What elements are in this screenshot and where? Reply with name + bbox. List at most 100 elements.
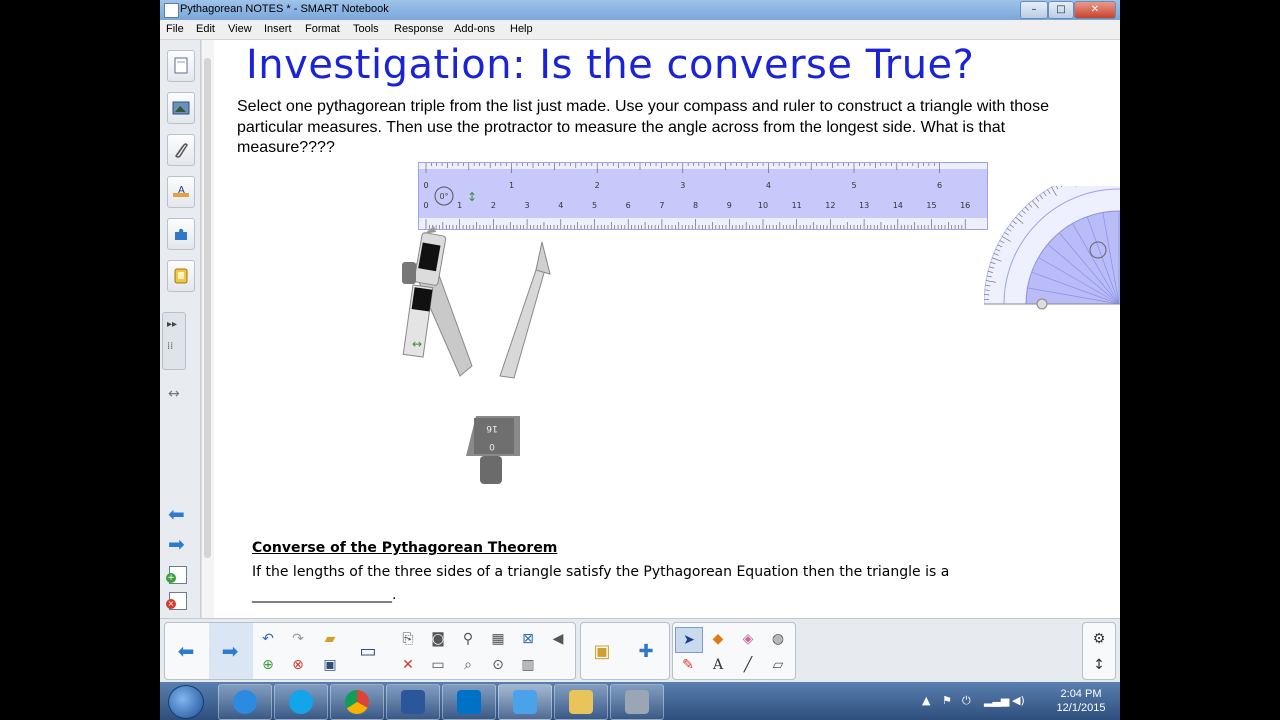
previous-page-icon[interactable]: ⬅ xyxy=(168,502,185,526)
scrollbar-thumb[interactable] xyxy=(204,58,211,558)
screen-capture-button[interactable]: ⌕ xyxy=(455,653,481,677)
taskbar-outlook[interactable] xyxy=(442,684,496,720)
addons-tab[interactable] xyxy=(167,218,195,250)
system-clock[interactable]: 2:04 PM 12/1/2015 xyxy=(1050,687,1112,715)
fill-tool-button[interactable]: ◍ xyxy=(765,627,791,651)
magic-pen-button[interactable]: ▱ xyxy=(765,653,791,677)
compass-width-handle-icon[interactable]: ↔ xyxy=(412,337,422,351)
zoom-button[interactable]: ⊙ xyxy=(485,653,511,677)
delete-page-icon[interactable]: × xyxy=(166,592,187,610)
addons-button[interactable]: ✚ xyxy=(633,639,659,663)
menu-addons[interactable]: Add-ons xyxy=(454,23,495,35)
menu-file[interactable]: File xyxy=(166,23,184,35)
taskbar-internet-explorer[interactable] xyxy=(218,684,272,720)
properties-tab[interactable]: A xyxy=(167,176,195,208)
settings-gear-icon[interactable]: ⚙ xyxy=(1086,627,1112,651)
compass-scale-label-b: 0 xyxy=(489,441,495,451)
add-page-icon[interactable]: + xyxy=(166,566,187,584)
close-button[interactable]: ✕ xyxy=(1074,1,1116,19)
delete-button[interactable]: ✕ xyxy=(395,653,421,677)
menu-insert[interactable]: Insert xyxy=(264,23,292,35)
delete-page-button[interactable]: ⊗ xyxy=(285,653,311,677)
clear-page-button[interactable]: ⊠ xyxy=(515,627,541,651)
next-page-icon[interactable]: ➡ xyxy=(168,532,185,556)
smart-notebook-icon xyxy=(513,690,537,714)
audio-button[interactable]: ◀ xyxy=(545,627,571,651)
paste-button[interactable]: ⎘ xyxy=(395,627,421,651)
tray-volume-icon[interactable]: ◀) xyxy=(1012,694,1025,707)
minimize-button[interactable]: – xyxy=(1020,1,1048,19)
taskbar-word[interactable] xyxy=(386,684,440,720)
converse-statement: If the lengths of the three sides of a t… xyxy=(252,564,950,580)
ruler-rotate-handle-icon[interactable]: ↕ xyxy=(467,190,477,204)
undo-button[interactable]: ↶ xyxy=(255,627,281,651)
menu-bar: File Edit View Insert Format Tools Respo… xyxy=(160,20,1120,40)
toolbar-group-addons: ▣ ✚ xyxy=(580,622,670,680)
move-toolbar-icon[interactable]: ↕ xyxy=(1086,653,1112,677)
internet-explorer-icon xyxy=(233,690,257,714)
dual-page-button[interactable]: ▥ xyxy=(515,653,541,677)
taskbar-skype[interactable] xyxy=(274,684,328,720)
ruler-cm-label: 5 xyxy=(592,201,597,210)
start-button[interactable] xyxy=(168,685,204,719)
ruler-cm-label: 12 xyxy=(825,201,835,210)
ruler-cm-label: 3 xyxy=(525,201,530,210)
properties-icon: A xyxy=(173,185,189,197)
menu-response[interactable]: Response xyxy=(394,23,444,35)
ruler-cm-label: 14 xyxy=(893,201,903,210)
menu-view[interactable]: View xyxy=(228,23,252,35)
show-hide-button[interactable]: ▭ xyxy=(425,653,451,677)
ruler-tool[interactable]: 0 1 2 3 4 5 6 0 1 2 3 4 5 6 7 8 9 10 11 12 13 14 15 16 0° ↕ xyxy=(418,162,988,230)
taskbar-file-explorer[interactable] xyxy=(554,684,608,720)
attachments-tab[interactable] xyxy=(167,134,195,166)
select-tool-button[interactable]: ➤ xyxy=(675,627,703,653)
taskbar-document-camera[interactable] xyxy=(610,684,664,720)
vertical-scrollbar[interactable] xyxy=(201,40,214,618)
gallery-tab[interactable] xyxy=(167,92,195,124)
menu-edit[interactable]: Edit xyxy=(196,23,215,35)
expand-chevrons-icon: ▸▸ xyxy=(167,319,178,330)
screen-shade-button[interactable]: ▭ xyxy=(355,639,381,663)
menu-tools[interactable]: Tools xyxy=(353,23,379,35)
page-sorter-icon xyxy=(174,57,188,74)
open-file-button[interactable]: ▰ xyxy=(317,627,343,651)
chrome-icon xyxy=(345,690,369,714)
response-tab[interactable] xyxy=(167,260,195,292)
toolbar-next-page-button[interactable]: ➡ xyxy=(217,639,243,663)
add-page-button[interactable]: ⊕ xyxy=(255,653,281,677)
eraser-tool-button[interactable]: ◈ xyxy=(735,627,761,651)
text-tool-button[interactable]: A xyxy=(705,653,731,677)
tray-network-icon[interactable]: ▂▃▅ xyxy=(984,694,1009,707)
tray-flag-icon[interactable]: ⚑ xyxy=(942,694,952,707)
ruler-cm-label: 9 xyxy=(727,201,732,210)
line-tool-button[interactable]: ╱ xyxy=(735,653,761,677)
taskbar-chrome[interactable] xyxy=(330,684,384,720)
ruler-inch-label: 2 xyxy=(595,181,600,190)
taskbar-smart-notebook[interactable] xyxy=(498,684,552,720)
converse-heading: Converse of the Pythagorean Theorem xyxy=(252,540,558,556)
tray-show-hidden-icon[interactable]: ▲ xyxy=(922,694,930,707)
menu-help[interactable]: Help xyxy=(510,23,533,35)
sidebar-collapse-handle[interactable]: ▸▸ ⁞⁞ xyxy=(162,312,186,370)
toolbar-previous-page-button[interactable]: ⬅ xyxy=(173,639,199,663)
page-sorter-tab[interactable] xyxy=(167,50,195,82)
ruler-cm-label: 1 xyxy=(457,201,462,210)
instructions-text: Select one pythagorean triple from the l… xyxy=(237,98,1049,156)
shapes-tool-button[interactable]: ◆ xyxy=(705,627,731,651)
capture-button[interactable]: ◙ xyxy=(425,627,451,651)
response-button[interactable]: ▣ xyxy=(589,639,615,663)
compass-tool[interactable]: ↔ 16 0 xyxy=(390,226,560,496)
ruler-inch-label: 5 xyxy=(851,181,856,190)
redo-button[interactable]: ↷ xyxy=(285,627,311,651)
toolbar-group-page: ⬅ ➡ ↶ ↷ ▰ ⊕ ⊗ ▣ ▭ ⎘ ◙ ⚲ ▦ ⊠ ◀ ✕ ▭ ⌕ ⊙ ▥ xyxy=(164,622,576,680)
protractor-tool[interactable] xyxy=(984,186,1120,316)
document-camera-button[interactable]: ⚲ xyxy=(455,627,481,651)
insert-table-button[interactable]: ▦ xyxy=(485,627,511,651)
notebook-app-icon xyxy=(164,3,179,18)
resize-horizontal-icon[interactable]: ↔ xyxy=(168,386,180,402)
tray-power-icon[interactable]: ⏻ xyxy=(962,694,971,708)
maximize-button[interactable]: □ xyxy=(1048,1,1074,19)
pens-tool-button[interactable]: ✎ xyxy=(675,653,701,677)
save-button[interactable]: ▣ xyxy=(317,653,343,677)
menu-format[interactable]: Format xyxy=(305,23,340,35)
